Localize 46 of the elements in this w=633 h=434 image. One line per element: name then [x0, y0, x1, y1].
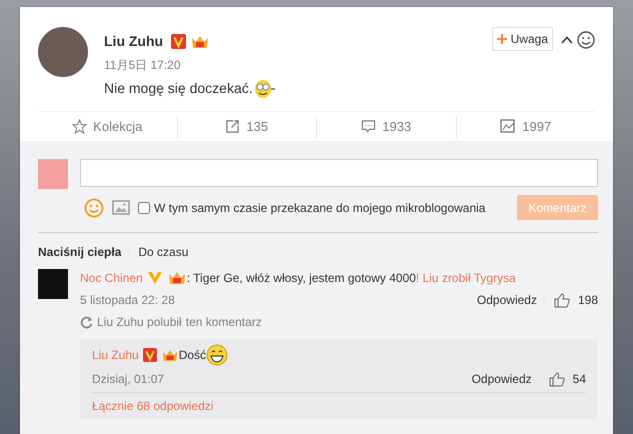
reply-time: Dzisiaj, 01:07	[92, 371, 164, 388]
comment-link[interactable]: ! Liu zrobił Tygrysa	[416, 269, 516, 287]
avatar-photo[interactable]	[38, 27, 88, 77]
total-replies-link[interactable]: Łącznie 68 odpowiedzi	[92, 393, 214, 419]
reply-button[interactable]: Odpowiedz	[472, 370, 532, 388]
crown-badge-icon	[190, 34, 210, 50]
crown-badge-icon	[160, 348, 179, 362]
verified-badge-icon	[171, 34, 186, 49]
refresh-icon	[80, 316, 93, 328]
comment-time: 5 listopada 22: 28	[80, 292, 175, 309]
like-count: 54	[572, 371, 586, 388]
verified-badge-icon	[142, 348, 157, 362]
smiley-icon[interactable]	[577, 31, 595, 49]
like-action-button[interactable]: 1997	[456, 116, 595, 138]
thumbs-up-icon[interactable]	[554, 292, 570, 308]
star-icon	[72, 119, 88, 134]
favorite-action-button[interactable]: Kolekcja	[38, 116, 176, 138]
sort-tab[interactable]: Naciśnij ciepła	[38, 243, 122, 261]
liked-note-text: ten komentarz	[186, 314, 262, 331]
reply-button[interactable]: Odpowiedz	[476, 291, 537, 309]
image-icon[interactable]	[112, 200, 130, 215]
user-avatar-picture	[38, 159, 68, 189]
thumbs-up-icon[interactable]	[548, 372, 565, 386]
comment-action-button[interactable]: 1933	[317, 116, 456, 138]
author-name[interactable]: Liu Zuhu	[104, 31, 164, 52]
crown-badge-icon	[166, 270, 187, 286]
collapse-caret-icon[interactable]	[561, 36, 573, 44]
liked-by-name: Liu Zuhu polubił	[97, 314, 182, 331]
repost-action-button[interactable]: 135	[178, 116, 316, 138]
forward-checkbox-label: W tym samym czasie przekazane do mojego mikroblogowania	[154, 200, 486, 216]
post-text: Nie mogę się doczekać.	[104, 79, 253, 98]
reply-author-link[interactable]: Liu Zuhu	[92, 346, 139, 364]
reply-text: Dość	[178, 347, 206, 364]
like-count: 198	[578, 292, 598, 309]
vip-badge-icon	[146, 271, 163, 285]
sort-tab[interactable]: Do czasu	[138, 243, 188, 261]
comment-input-field[interactable]	[80, 159, 598, 187]
grin-emoji-icon	[206, 344, 228, 366]
plus-icon	[496, 34, 507, 44]
emoji-icon	[252, 78, 275, 98]
share-icon	[225, 119, 240, 134]
comment-icon	[361, 119, 376, 134]
comment-text: : Tiger Ge, włóż włosy, jestem gotowy 4000	[186, 270, 416, 287]
post-time[interactable]: 11月5日 17:20	[104, 56, 484, 74]
follow-button[interactable]: Uwaga	[492, 27, 553, 51]
commenter-name-link[interactable]: Noc Chinen	[80, 269, 143, 287]
